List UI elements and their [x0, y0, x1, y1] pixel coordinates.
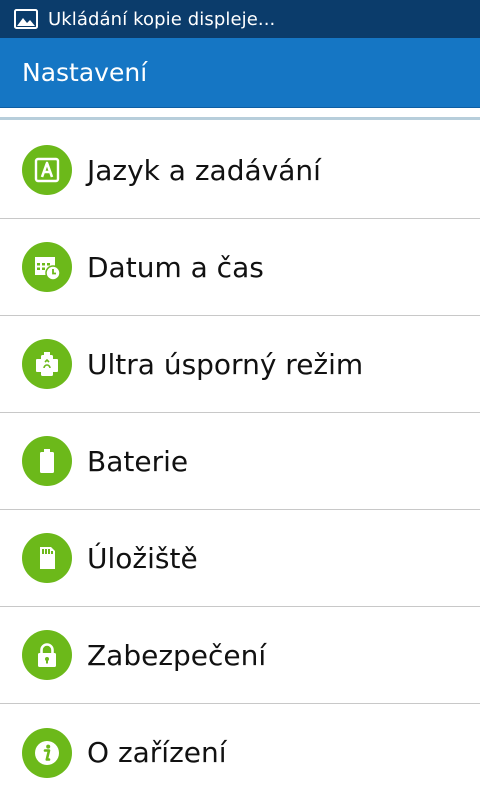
settings-item-label: O zařízení [87, 736, 227, 769]
settings-list: Jazyk a zadávání Datum a čas Ultra úspor… [0, 122, 480, 801]
header-divider [0, 117, 480, 120]
page-title: Nastavení [22, 58, 148, 87]
settings-item-label: Datum a čas [87, 250, 264, 284]
calendar-clock-icon [22, 242, 72, 292]
settings-item-label: Úložiště [87, 541, 198, 575]
ultra-power-saving-icon [22, 339, 72, 389]
settings-item-label: Ultra úsporný režim [87, 347, 364, 381]
settings-item-label: Zabezpečení [87, 638, 267, 672]
lock-icon [22, 630, 72, 680]
picture-icon [14, 9, 38, 29]
sd-card-icon [22, 533, 72, 583]
settings-item-battery[interactable]: Baterie [0, 413, 480, 510]
settings-item-date-time[interactable]: Datum a čas [0, 219, 480, 316]
settings-item-label: Baterie [87, 444, 189, 478]
settings-item-storage[interactable]: Úložiště [0, 510, 480, 607]
settings-item-about-device[interactable]: O zařízení [0, 704, 480, 801]
settings-item-security[interactable]: Zabezpečení [0, 607, 480, 704]
settings-item-ultra-power-saving[interactable]: Ultra úsporný režim [0, 316, 480, 413]
settings-item-language[interactable]: Jazyk a zadávání [0, 122, 480, 219]
language-icon [22, 145, 72, 195]
settings-item-label: Jazyk a zadávání [87, 153, 321, 187]
info-icon [22, 727, 72, 778]
status-notification-text: Ukládání kopie displeje... [48, 8, 276, 30]
app-bar: Nastavení [0, 38, 480, 108]
status-bar: Ukládání kopie displeje... [0, 0, 480, 38]
battery-icon [22, 436, 72, 486]
